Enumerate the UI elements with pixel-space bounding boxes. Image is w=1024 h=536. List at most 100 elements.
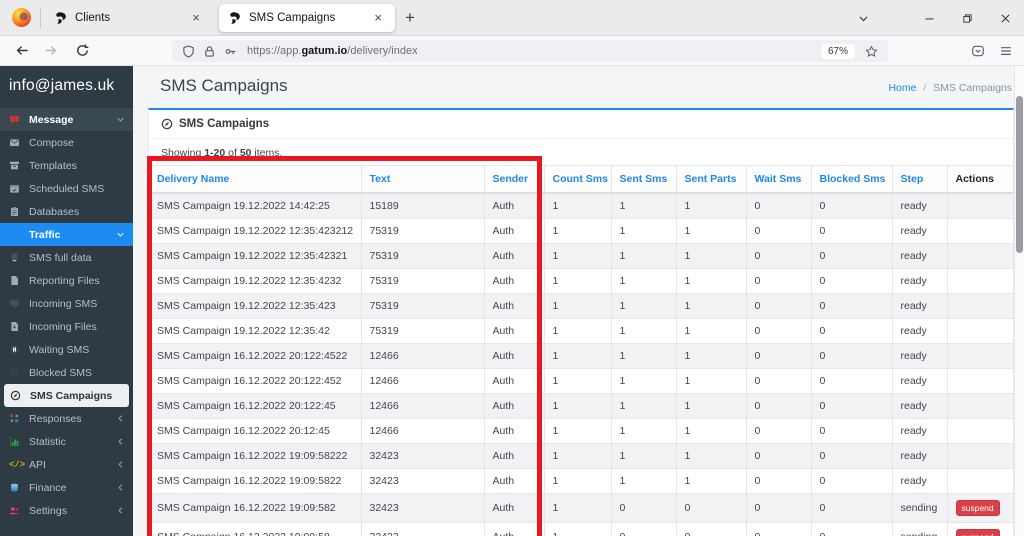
cell-sender: Auth xyxy=(484,468,545,494)
column-header-sender[interactable]: Sender xyxy=(484,165,545,194)
sidebar-item-templates[interactable]: Templates xyxy=(0,154,133,177)
user-email: info@james.uk xyxy=(9,77,115,94)
sidebar-item-message[interactable]: Message xyxy=(0,108,133,131)
column-header-step[interactable]: Step xyxy=(892,165,948,194)
sidebar-item-blocked-sms[interactable]: Blocked SMS xyxy=(0,361,133,384)
column-header-text[interactable]: Text xyxy=(361,165,485,194)
table-row: SMS Campaign 16.12.2022 19:09:5832423Aut… xyxy=(149,522,1013,536)
sidebar-item-waiting-sms[interactable]: Waiting SMS xyxy=(0,338,133,361)
sidebar-item-responses[interactable]: Responses xyxy=(0,407,133,430)
cell-count: 1 xyxy=(544,522,612,536)
sidebar-item-label: Compose xyxy=(29,136,74,149)
sidebar-item-finance[interactable]: Finance xyxy=(0,476,133,499)
sidebar-item-label: Waiting SMS xyxy=(29,343,90,356)
cell-actions xyxy=(947,468,1013,494)
chevron-down-icon xyxy=(116,230,126,239)
permissions-icon[interactable] xyxy=(224,45,237,58)
cell-count: 1 xyxy=(544,192,612,219)
column-header-blocked-sms[interactable]: Blocked Sms xyxy=(811,165,893,194)
sidebar-item-label: SMS Campaigns xyxy=(30,389,113,402)
close-icon[interactable]: × xyxy=(188,9,204,26)
new-tab-button[interactable]: + xyxy=(395,6,425,30)
cell-step: ready xyxy=(892,218,948,244)
cell-sent: 1 xyxy=(611,192,677,219)
restore-icon[interactable] xyxy=(948,1,986,35)
zoom-level-badge[interactable]: 67% xyxy=(820,43,855,59)
sidebar-item-api[interactable]: </> API xyxy=(0,453,133,476)
sidebar-item-incoming-sms[interactable]: Incoming SMS xyxy=(0,292,133,315)
cell-actions xyxy=(947,268,1013,294)
compass-icon xyxy=(161,118,173,130)
suspend-button[interactable]: suspend xyxy=(955,529,1000,536)
shield-icon[interactable] xyxy=(182,44,195,58)
scrollbar-thumb[interactable] xyxy=(1016,96,1023,253)
sidebar-item-scheduled-sms[interactable]: Scheduled SMS xyxy=(0,177,133,200)
table-row: SMS Campaign 19.12.2022 12:35:42 75319 Aut… xyxy=(149,318,1013,344)
tab-clients[interactable]: Clients × xyxy=(45,4,213,32)
column-header-sent-sms[interactable]: Sent Sms xyxy=(611,165,677,194)
column-header-wait-sms[interactable]: Wait Sms xyxy=(746,165,812,194)
column-header-count-sms[interactable]: Count Sms xyxy=(544,165,612,194)
sidebar-item-label: Finance xyxy=(29,481,67,494)
column-header-sent-parts[interactable]: Sent Parts xyxy=(676,165,747,194)
sidebar-item-label: SMS full data xyxy=(29,251,92,264)
suspend-button[interactable]: suspend xyxy=(955,500,1000,516)
sidebar-item-sms-campaigns[interactable]: SMS Campaigns xyxy=(4,384,129,407)
sidebar-item-traffic[interactable]: Traffic xyxy=(0,223,133,246)
cell-count: 1 xyxy=(544,318,612,344)
cell-wait: 0 xyxy=(746,192,812,219)
list-tabs-chevron-icon[interactable] xyxy=(844,1,882,35)
breadcrumb-home-link[interactable]: Home xyxy=(888,82,916,94)
cell-step: ready xyxy=(892,393,948,419)
cell-step: ready xyxy=(892,343,948,369)
cell-wait: 0 xyxy=(746,293,812,319)
close-icon[interactable]: × xyxy=(370,9,386,26)
reporting-files-icon xyxy=(9,275,23,287)
message-icon xyxy=(9,114,23,126)
sidebar-item-compose[interactable]: Compose xyxy=(0,131,133,154)
sidebar-item-label: Incoming Files xyxy=(29,320,97,333)
sidebar-item-label: Responses xyxy=(29,412,82,425)
cell-wait: 0 xyxy=(746,318,812,344)
page-scrollbar[interactable] xyxy=(1014,66,1024,536)
sidebar-item-statistic[interactable]: Statistic xyxy=(0,430,133,453)
cell-sent: 1 xyxy=(611,368,677,394)
cell-name: SMS Campaign 19.12.2022 12:35:423212 xyxy=(149,218,362,244)
cell-sent: 1 xyxy=(611,318,677,344)
pocket-icon[interactable] xyxy=(964,38,992,64)
cell-name: SMS Campaign 16.12.2022 19:09:58 xyxy=(149,522,362,536)
sidebar-item-reporting-files[interactable]: Reporting Files xyxy=(0,269,133,292)
tab-sms-campaigns[interactable]: SMS Campaigns × xyxy=(219,3,395,32)
cell-parts: 0 xyxy=(676,522,747,536)
lock-icon[interactable] xyxy=(203,45,216,58)
cell-blocked: 0 xyxy=(811,318,893,344)
table-row: SMS Campaign 19.12.2022 14:42:25 15189 Aut… xyxy=(149,192,1013,219)
minimize-icon[interactable] xyxy=(910,1,948,35)
cell-wait: 0 xyxy=(746,368,812,394)
cell-text: 15189 xyxy=(361,192,485,219)
sidebar-item-settings[interactable]: Settings xyxy=(0,499,133,522)
sidebar-item-sms-full-data[interactable]: SMS full data xyxy=(0,246,133,269)
menu-hamburger-icon[interactable] xyxy=(992,38,1020,64)
cell-count: 1 xyxy=(544,243,612,269)
cell-sent: 0 xyxy=(611,522,677,536)
reload-icon[interactable] xyxy=(68,38,96,64)
bookmark-star-icon[interactable] xyxy=(865,44,878,58)
forward-icon[interactable] xyxy=(36,38,64,64)
cell-sender: Auth xyxy=(484,443,545,469)
cell-name: SMS Campaign 16.12.2022 19:09:582 xyxy=(149,493,362,523)
close-window-icon[interactable] xyxy=(986,1,1024,35)
sidebar-item-incoming-files[interactable]: Incoming Files xyxy=(0,315,133,338)
firefox-logo-icon[interactable] xyxy=(6,3,36,33)
sidebar-item-databases[interactable]: Databases xyxy=(0,200,133,223)
column-header-delivery-name[interactable]: Delivery Name xyxy=(149,165,362,194)
cell-blocked: 0 xyxy=(811,343,893,369)
url-bar[interactable]: https://app.gatum.io/delivery/index 67% xyxy=(172,40,888,62)
cell-step: ready xyxy=(892,368,948,394)
cell-count: 1 xyxy=(544,343,612,369)
cell-step: ready xyxy=(892,192,948,219)
back-icon[interactable] xyxy=(8,38,36,64)
cell-step: ready xyxy=(892,318,948,344)
cell-wait: 0 xyxy=(746,243,812,269)
chevron-down-icon xyxy=(116,115,126,124)
